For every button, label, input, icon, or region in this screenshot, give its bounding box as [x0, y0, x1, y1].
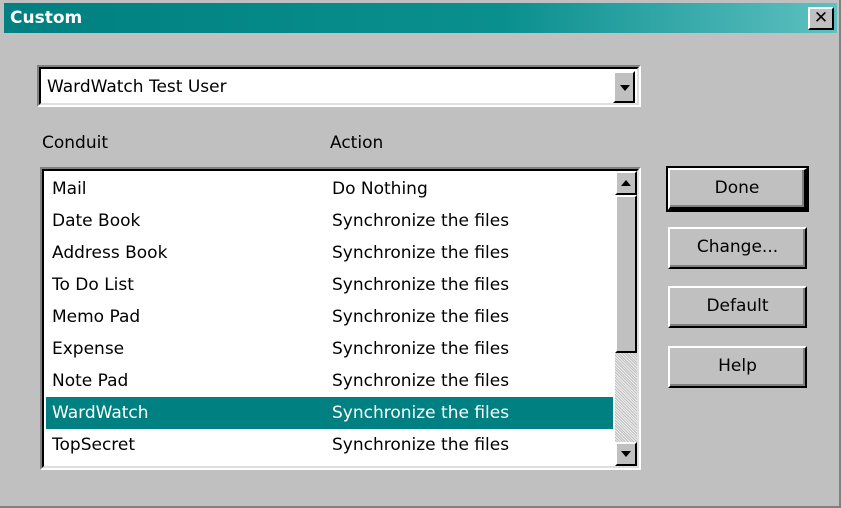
- conduit-action: Handheld overwrites Desktop: [332, 461, 584, 466]
- window-title: Custom: [10, 8, 83, 28]
- action-column-header: Action: [330, 133, 384, 153]
- conduit-name: WardWatch: [52, 403, 149, 423]
- list-item[interactable]: Mail Do Nothing: [46, 173, 613, 205]
- list-item[interactable]: Address Book Synchronize the files: [46, 237, 613, 269]
- conduit-name: To Do List: [52, 275, 134, 295]
- list-item[interactable]: To Do List Synchronize the files: [46, 269, 613, 301]
- conduit-rows: Mail Do Nothing Date Book Synchronize the f…: [46, 173, 613, 466]
- list-item[interactable]: Expense Synchronize the files: [46, 333, 613, 365]
- vertical-scrollbar[interactable]: [615, 171, 637, 466]
- close-icon: ✕: [813, 8, 829, 28]
- conduit-name: TopSecret: [52, 435, 136, 455]
- conduit-name: Expense: [52, 339, 125, 359]
- user-dropdown-value: WardWatch Test User: [47, 77, 227, 97]
- conduit-name: SerialWatch: [52, 461, 153, 466]
- conduit-name: Note Pad: [52, 371, 129, 391]
- conduit-action: Synchronize the files: [332, 211, 510, 231]
- list-item[interactable]: Date Book Synchronize the files: [46, 205, 613, 237]
- default-button[interactable]: Default: [668, 286, 807, 328]
- chevron-down-icon[interactable]: [613, 71, 635, 103]
- list-item[interactable]: WardWatch Synchronize the files: [46, 397, 613, 429]
- conduit-action: Synchronize the files: [332, 403, 510, 423]
- conduit-action: Synchronize the files: [332, 243, 510, 263]
- list-item[interactable]: TopSecret Synchronize the files: [46, 429, 613, 461]
- conduit-name: Mail: [52, 179, 87, 199]
- user-dropdown[interactable]: WardWatch Test User: [37, 65, 641, 107]
- help-button[interactable]: Help: [668, 346, 807, 388]
- scroll-down-icon[interactable]: [615, 442, 637, 466]
- scroll-thumb[interactable]: [615, 195, 637, 353]
- list-item[interactable]: Note Pad Synchronize the files: [46, 365, 613, 397]
- conduit-list[interactable]: Mail Do Nothing Date Book Synchronize the f…: [40, 167, 641, 470]
- custom-dialog: Custom ✕ WardWatch Test User Conduit Act…: [0, 0, 841, 508]
- conduit-action: Do Nothing: [332, 179, 428, 199]
- conduit-column-header: Conduit: [42, 133, 108, 153]
- change-button[interactable]: Change...: [668, 227, 807, 269]
- scroll-up-icon[interactable]: [615, 171, 637, 195]
- close-button[interactable]: ✕: [808, 7, 834, 30]
- conduit-action: Synchronize the files: [332, 339, 510, 359]
- conduit-name: Address Book: [52, 243, 168, 263]
- list-item[interactable]: SerialWatch Handheld overwrites Desktop: [46, 461, 613, 466]
- conduit-name: Date Book: [52, 211, 141, 231]
- conduit-action: Synchronize the files: [332, 275, 510, 295]
- list-item[interactable]: Memo Pad Synchronize the files: [46, 301, 613, 333]
- conduit-action: Synchronize the files: [332, 371, 510, 391]
- conduit-name: Memo Pad: [52, 307, 141, 327]
- title-bar: Custom ✕: [4, 3, 837, 33]
- conduit-action: Synchronize the files: [332, 307, 510, 327]
- conduit-action: Synchronize the files: [332, 435, 510, 455]
- done-button[interactable]: Done: [666, 166, 809, 212]
